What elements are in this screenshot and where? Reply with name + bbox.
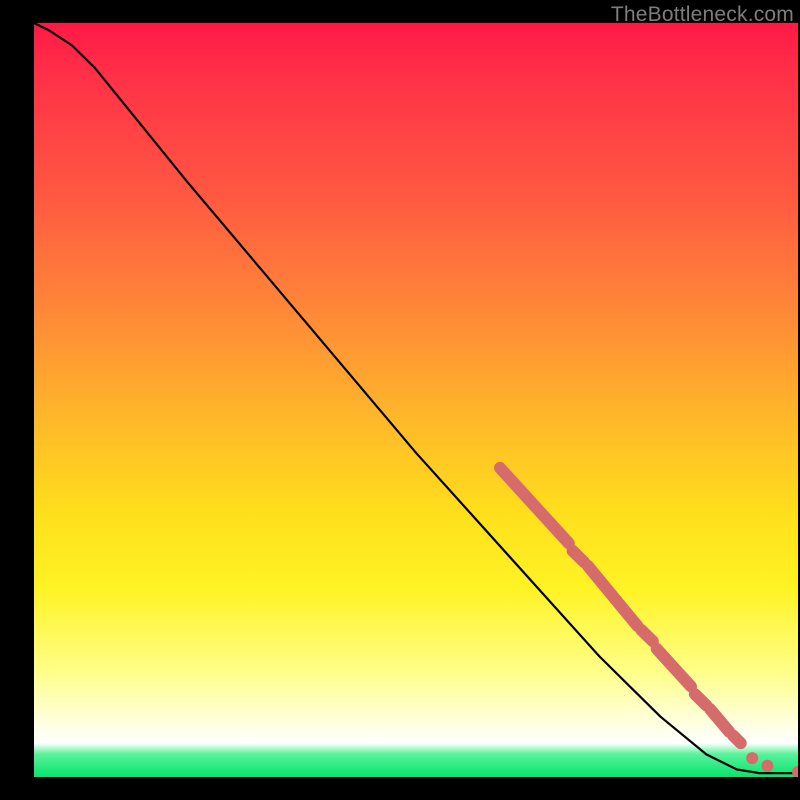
marker-segment — [588, 566, 638, 626]
marker-segment — [710, 709, 729, 732]
marker-segment — [733, 736, 741, 744]
plot-area — [34, 23, 798, 777]
marker-dot — [761, 760, 773, 772]
marker-dot — [746, 752, 758, 764]
marker-segment — [500, 468, 569, 543]
marker-layer — [34, 23, 798, 777]
marker-segment — [695, 694, 706, 705]
marker-segment — [657, 649, 691, 687]
watermark-text: TheBottleneck.com — [611, 3, 794, 27]
marker-group — [500, 468, 798, 777]
marker-segment — [641, 630, 652, 641]
chart-stage: TheBottleneck.com — [0, 0, 800, 800]
marker-dot — [792, 766, 798, 777]
marker-segment — [573, 551, 585, 562]
